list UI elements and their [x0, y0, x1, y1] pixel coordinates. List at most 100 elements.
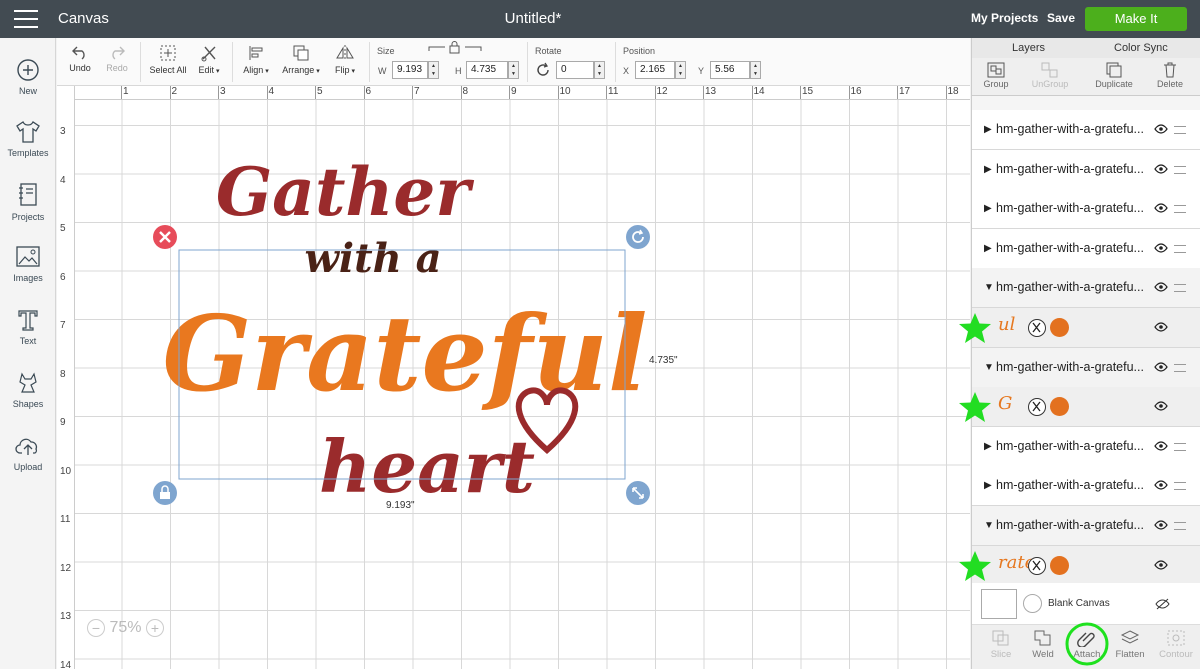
- arrange-menu-button[interactable]: Arrange ▾: [279, 44, 323, 75]
- sidebar-item-new[interactable]: New: [0, 58, 56, 96]
- canvas-swatch[interactable]: [981, 589, 1017, 619]
- drag-handle-icon[interactable]: [1174, 126, 1186, 134]
- design-artwork[interactable]: Gather with a Grateful heart: [75, 100, 970, 669]
- design-canvas[interactable]: Gather with a Grateful heart 4.735" 9.19…: [75, 100, 970, 669]
- group-button[interactable]: Group: [978, 62, 1014, 89]
- slice-button[interactable]: Slice: [986, 629, 1016, 660]
- layer-sub-row[interactable]: rate: [959, 545, 1200, 586]
- select-all-button[interactable]: Select All: [147, 44, 189, 75]
- flatten-button[interactable]: Flatten: [1113, 629, 1147, 660]
- resize-handle-icon[interactable]: [626, 481, 650, 505]
- expand-right-icon[interactable]: ▶: [984, 441, 992, 452]
- expand-right-icon[interactable]: ▶: [984, 164, 992, 175]
- layer-group-row[interactable]: ▼ hm-gather-with-a-gratefu...: [972, 347, 1200, 388]
- layer-group-row[interactable]: ▶ hm-gather-with-a-gratefu...: [972, 189, 1200, 230]
- tab-color-sync[interactable]: Color Sync: [1114, 42, 1168, 54]
- tab-layers[interactable]: Layers: [1012, 42, 1045, 54]
- eye-icon[interactable]: [1154, 281, 1168, 293]
- lock-handle-icon[interactable]: [153, 481, 177, 505]
- layer-group-row[interactable]: ▶ hm-gather-with-a-gratefu...: [972, 426, 1200, 467]
- expand-right-icon[interactable]: ▶: [984, 203, 992, 214]
- drag-handle-icon[interactable]: [1174, 363, 1186, 372]
- sidebar-item-projects[interactable]: Projects: [0, 182, 56, 222]
- layer-color-swatch[interactable]: [1050, 397, 1069, 417]
- width-input[interactable]: 9.193: [392, 61, 428, 79]
- delete-button[interactable]: Delete: [1152, 62, 1188, 89]
- layer-group-row[interactable]: ▼ hm-gather-with-a-gratefu...: [972, 268, 1200, 309]
- undo-button[interactable]: Undo: [65, 44, 95, 73]
- layer-group-row[interactable]: ▶ hm-gather-with-a-gratefu...: [972, 110, 1200, 150]
- rotate-input[interactable]: 0: [556, 61, 594, 79]
- weld-button[interactable]: Weld: [1028, 629, 1058, 660]
- duplicate-button[interactable]: Duplicate: [1090, 62, 1138, 89]
- redo-button[interactable]: Redo: [102, 44, 132, 73]
- eye-icon[interactable]: [1154, 400, 1168, 412]
- make-it-button[interactable]: Make It: [1085, 7, 1187, 31]
- cut-operation-icon[interactable]: [1028, 319, 1046, 337]
- expand-right-icon[interactable]: ▶: [984, 243, 992, 254]
- eye-hidden-icon[interactable]: [1155, 598, 1170, 610]
- sidebar-item-text[interactable]: Text: [0, 308, 56, 346]
- layer-group-row[interactable]: ▶ hm-gather-with-a-gratefu...: [972, 149, 1200, 190]
- save-button[interactable]: Save: [1047, 11, 1075, 25]
- height-input[interactable]: 4.735: [466, 61, 508, 79]
- eye-icon[interactable]: [1154, 242, 1168, 254]
- expand-down-icon[interactable]: ▼: [984, 520, 994, 531]
- contour-button[interactable]: Contour: [1156, 629, 1196, 660]
- x-stepper[interactable]: ▲ ▼: [675, 61, 686, 79]
- blank-canvas-row[interactable]: Blank Canvas: [972, 583, 1200, 625]
- lock-proportions-icon[interactable]: [427, 41, 483, 55]
- layer-group-row[interactable]: ▼ hm-gather-with-a-gratefu...: [972, 506, 1200, 546]
- cut-operation-icon[interactable]: [1028, 556, 1046, 575]
- drag-handle-icon[interactable]: [1174, 522, 1186, 530]
- drag-handle-icon[interactable]: [1174, 284, 1186, 293]
- ungroup-button[interactable]: UnGroup: [1028, 62, 1072, 89]
- eye-icon[interactable]: [1154, 123, 1168, 135]
- eye-icon[interactable]: [1154, 321, 1168, 333]
- cut-operation-icon[interactable]: [1028, 398, 1046, 417]
- drag-handle-icon[interactable]: [1174, 482, 1186, 491]
- flip-menu-button[interactable]: Flip ▾: [330, 44, 360, 75]
- sidebar-item-templates[interactable]: Templates: [0, 120, 56, 158]
- drag-handle-icon[interactable]: [1174, 244, 1186, 253]
- align-menu-button[interactable]: Align ▾: [239, 44, 273, 75]
- zoom-in-button[interactable]: +: [145, 619, 164, 637]
- drag-handle-icon[interactable]: [1174, 165, 1186, 174]
- expand-down-icon[interactable]: ▼: [984, 282, 994, 293]
- layer-color-swatch[interactable]: [1050, 555, 1069, 575]
- layer-sub-row[interactable]: ul: [959, 308, 1200, 348]
- eye-icon[interactable]: [1154, 202, 1168, 214]
- zoom-out-button[interactable]: −: [87, 619, 105, 637]
- eye-icon[interactable]: [1154, 519, 1168, 531]
- layer-name: hm-gather-with-a-gratefu...: [996, 240, 1144, 255]
- y-stepper[interactable]: ▲ ▼: [750, 61, 761, 79]
- eye-icon[interactable]: [1154, 559, 1168, 571]
- rotate-stepper[interactable]: ▲ ▼: [594, 61, 605, 79]
- sidebar-item-upload[interactable]: Upload: [0, 434, 56, 472]
- eye-icon[interactable]: [1154, 479, 1168, 491]
- layer-color-swatch[interactable]: [1050, 318, 1069, 337]
- layer-group-row[interactable]: ▶ hm-gather-with-a-gratefu...: [972, 466, 1200, 507]
- sidebar-item-images[interactable]: Images: [0, 245, 56, 283]
- rotate-handle-icon[interactable]: [626, 225, 650, 249]
- drag-handle-icon[interactable]: [1174, 442, 1186, 451]
- width-stepper[interactable]: ▲ ▼: [428, 61, 439, 79]
- canvas-color-circle[interactable]: [1023, 594, 1042, 613]
- height-stepper[interactable]: ▲ ▼: [508, 61, 519, 79]
- expand-down-icon[interactable]: ▼: [984, 362, 994, 373]
- eye-icon[interactable]: [1154, 361, 1168, 373]
- eye-icon[interactable]: [1154, 440, 1168, 452]
- layer-group-row[interactable]: ▶ hm-gather-with-a-gratefu...: [972, 228, 1200, 269]
- layer-sub-row[interactable]: G: [959, 387, 1200, 428]
- expand-right-icon[interactable]: ▶: [984, 480, 992, 491]
- eye-icon[interactable]: [1154, 163, 1168, 175]
- drag-handle-icon[interactable]: [1174, 205, 1186, 214]
- document-title[interactable]: Untitled*: [0, 10, 1066, 27]
- x-position-input[interactable]: 2.165: [635, 61, 675, 79]
- edit-menu-button[interactable]: Edit ▾: [193, 44, 225, 75]
- delete-handle-icon[interactable]: [153, 225, 177, 249]
- expand-right-icon[interactable]: ▶: [984, 124, 992, 135]
- my-projects-link[interactable]: My Projects: [971, 11, 1038, 25]
- sidebar-item-shapes[interactable]: Shapes: [0, 371, 56, 409]
- y-position-input[interactable]: 5.56: [710, 61, 750, 79]
